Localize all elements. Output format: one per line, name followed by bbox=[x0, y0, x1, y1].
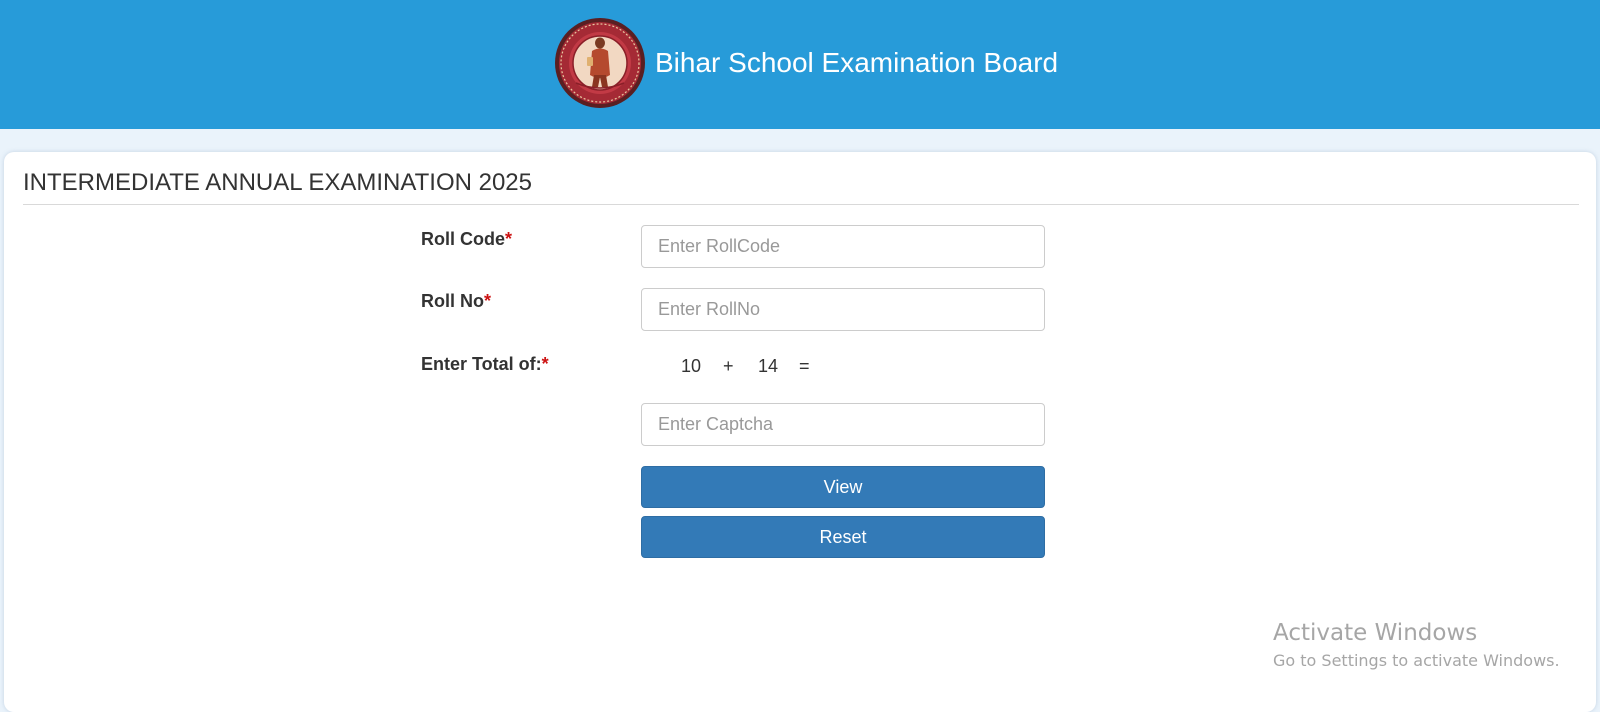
page-title: INTERMEDIATE ANNUAL EXAMINATION 2025 bbox=[23, 169, 533, 196]
roll-code-label: Roll Code* bbox=[421, 229, 513, 249]
captcha-label: Enter Total of:* bbox=[421, 354, 549, 374]
site-title: Bihar School Examination Board bbox=[655, 47, 1059, 78]
captcha-equals: = bbox=[799, 356, 810, 376]
roll-code-input[interactable] bbox=[641, 225, 1045, 268]
site-header: Bihar School Examination Board bbox=[0, 0, 1600, 129]
captcha-operand-a: 10 bbox=[681, 356, 702, 376]
roll-no-input[interactable] bbox=[641, 288, 1045, 331]
bseb-seal-icon bbox=[555, 18, 645, 108]
captcha-operator: + bbox=[723, 356, 734, 376]
title-divider bbox=[23, 204, 1579, 205]
required-marker: * bbox=[484, 291, 492, 311]
reset-button[interactable]: Reset bbox=[641, 516, 1045, 558]
watermark-title: Activate Windows bbox=[1273, 620, 1478, 646]
activate-windows-watermark: Activate Windows Go to Settings to activ… bbox=[1273, 620, 1560, 672]
brand: Bihar School Examination Board bbox=[554, 17, 1058, 109]
captcha-operand-b: 14 bbox=[758, 356, 779, 376]
roll-no-label: Roll No* bbox=[421, 291, 492, 311]
watermark-subtitle: Go to Settings to activate Windows. bbox=[1273, 650, 1560, 670]
required-marker: * bbox=[505, 229, 513, 249]
view-button[interactable]: View bbox=[641, 466, 1045, 508]
captcha-input[interactable] bbox=[641, 403, 1045, 446]
required-marker: * bbox=[541, 354, 549, 374]
